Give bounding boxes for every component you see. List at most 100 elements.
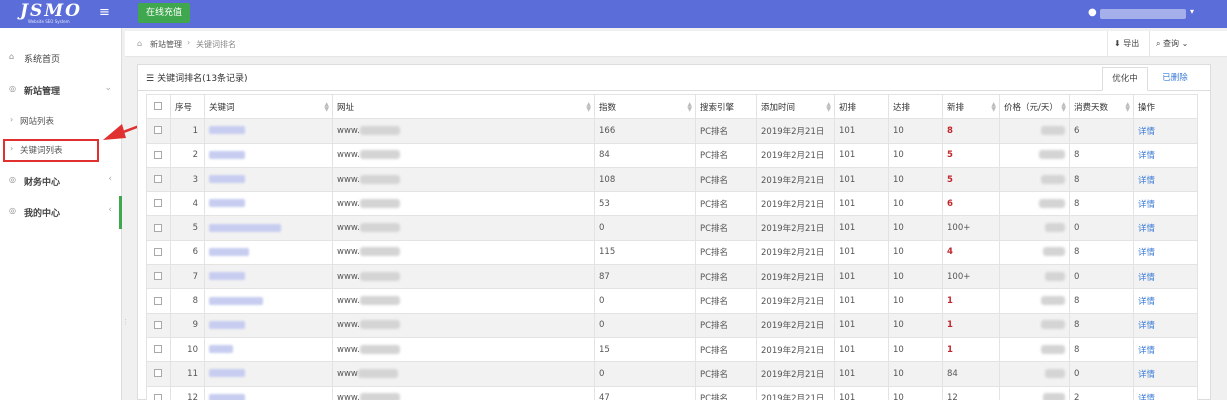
row-checkbox[interactable] xyxy=(146,264,171,290)
column-header-price[interactable]: 价格（元/天） ▲ ▼ xyxy=(999,93,1070,120)
export-label: 导出 xyxy=(1123,39,1140,48)
cell-url: www. xyxy=(332,336,595,363)
redacted-keyword xyxy=(209,345,233,354)
cell-date: 2019年2月21日 xyxy=(756,239,835,266)
row-checkbox[interactable] xyxy=(146,191,171,217)
row-checkbox[interactable] xyxy=(146,239,171,266)
url-prefix: www. xyxy=(337,174,360,185)
cell-initial: 101 xyxy=(834,264,889,290)
details-link[interactable]: 详情 xyxy=(1138,151,1155,161)
column-header-index[interactable]: 指数 ▲ ▼ xyxy=(594,93,696,120)
redacted-url xyxy=(359,296,400,306)
redacted-url xyxy=(359,320,400,330)
redacted-url xyxy=(359,344,400,354)
cell-days: 8 xyxy=(1069,239,1134,266)
redacted-url xyxy=(357,368,398,378)
cell-keyword xyxy=(204,288,333,314)
row-checkbox[interactable] xyxy=(146,361,171,387)
details-link[interactable]: 详情 xyxy=(1138,370,1155,380)
cell-action[interactable]: 详情 xyxy=(1133,215,1198,241)
cell-action[interactable]: 详情 xyxy=(1133,166,1198,193)
query-button[interactable]: ⌕ 查询 ⌄ xyxy=(1149,31,1199,57)
redacted-keyword xyxy=(209,320,245,329)
cell-new: 1 xyxy=(942,288,1000,314)
row-checkbox[interactable] xyxy=(146,385,171,400)
cell-index: 115 xyxy=(594,239,696,266)
cell-target: 10 xyxy=(888,361,943,387)
table-row: 7 www. 87 PC排名 2019年2月21日 101 10 100+ 0 详情 xyxy=(146,264,1198,290)
tab-optimizing[interactable]: 优化中 xyxy=(1102,67,1148,91)
cell-new: 1 xyxy=(942,312,1000,338)
row-checkbox[interactable] xyxy=(146,215,171,241)
new-rank: 5 xyxy=(947,150,953,161)
details-link[interactable]: 详情 xyxy=(1138,127,1155,137)
cell-initial: 101 xyxy=(834,142,889,168)
new-rank: 100+ xyxy=(947,223,971,234)
column-header-url[interactable]: 网址 ▲ ▼ xyxy=(332,93,595,120)
cell-initial: 101 xyxy=(834,385,889,400)
table-row: 1 www. 166 PC排名 2019年2月21日 101 10 8 6 详情 xyxy=(146,118,1198,144)
cell-action[interactable]: 详情 xyxy=(1133,239,1198,266)
column-header-new[interactable]: 新排 ▲ ▼ xyxy=(942,93,1000,120)
cell-target: 10 xyxy=(888,264,943,290)
tab-deleted[interactable]: 已删除 xyxy=(1152,67,1198,91)
home-icon[interactable]: ⌂ xyxy=(137,39,142,48)
details-link[interactable]: 详情 xyxy=(1138,321,1155,331)
table-row: 2 www. 84 PC排名 2019年2月21日 101 10 5 8 详情 xyxy=(146,142,1198,168)
details-link[interactable]: 详情 xyxy=(1138,394,1155,400)
column-header-days[interactable]: 消费天数 ▲ ▼ xyxy=(1069,93,1134,120)
table-row: 11 www 0 PC排名 2019年2月21日 101 10 84 0 详情 xyxy=(146,361,1198,387)
row-checkbox[interactable] xyxy=(146,336,171,363)
cell-action[interactable]: 详情 xyxy=(1133,312,1198,338)
details-link[interactable]: 详情 xyxy=(1138,346,1155,356)
new-rank: 12 xyxy=(947,393,958,400)
chevron-right-icon: › xyxy=(187,38,191,47)
cell-new: 4 xyxy=(942,239,1000,266)
redacted-url xyxy=(359,223,400,233)
select-all-checkbox[interactable] xyxy=(146,93,171,120)
details-link[interactable]: 详情 xyxy=(1138,200,1155,210)
cell-action[interactable]: 详情 xyxy=(1133,361,1198,387)
cell-days: 0 xyxy=(1069,264,1134,290)
row-checkbox[interactable] xyxy=(146,166,171,193)
details-link[interactable]: 详情 xyxy=(1138,273,1155,283)
breadcrumb-level1[interactable]: 新站管理 xyxy=(150,39,182,50)
cell-action[interactable]: 详情 xyxy=(1133,336,1198,363)
row-checkbox[interactable] xyxy=(146,142,171,168)
cell-index: 87 xyxy=(594,264,696,290)
cell-action[interactable]: 详情 xyxy=(1133,288,1198,314)
cell-action[interactable]: 详情 xyxy=(1133,142,1198,168)
row-checkbox[interactable] xyxy=(146,288,171,314)
cell-no: 8 xyxy=(170,288,205,314)
column-header-date[interactable]: 添加时间 ▲ ▼ xyxy=(756,93,835,120)
column-header-no[interactable]: 序号 xyxy=(170,93,205,120)
cell-target: 10 xyxy=(888,191,943,217)
row-checkbox[interactable] xyxy=(146,312,171,338)
cell-date: 2019年2月21日 xyxy=(756,118,835,144)
cell-action[interactable]: 详情 xyxy=(1133,264,1198,290)
details-link[interactable]: 详情 xyxy=(1138,176,1155,186)
cell-no: 4 xyxy=(170,191,205,217)
column-header-keyword[interactable]: 关键词 ▲ ▼ xyxy=(204,93,333,120)
table-row: 10 www. 15 PC排名 2019年2月21日 101 10 1 8 详情 xyxy=(146,336,1198,363)
details-link[interactable]: 详情 xyxy=(1138,248,1155,258)
redacted-url xyxy=(359,125,400,135)
table-row: 3 www. 108 PC排名 2019年2月21日 101 10 5 8 详情 xyxy=(146,166,1198,193)
details-link[interactable]: 详情 xyxy=(1138,224,1155,234)
cell-engine: PC排名 xyxy=(695,215,757,241)
sort-icon: ▲ ▼ xyxy=(586,101,591,113)
redacted-price xyxy=(1041,320,1065,330)
cell-engine: PC排名 xyxy=(695,118,757,144)
cell-price xyxy=(999,385,1070,400)
cell-action[interactable]: 详情 xyxy=(1133,385,1198,400)
cell-action[interactable]: 详情 xyxy=(1133,118,1198,144)
cell-new: 6 xyxy=(942,191,1000,217)
cell-date: 2019年2月21日 xyxy=(756,336,835,363)
cell-action[interactable]: 详情 xyxy=(1133,191,1198,217)
row-checkbox[interactable] xyxy=(146,118,171,144)
sort-icon: ▲ ▼ xyxy=(1061,101,1066,113)
cell-keyword xyxy=(204,361,333,387)
export-button[interactable]: ⬇ 导出 xyxy=(1107,31,1149,57)
details-link[interactable]: 详情 xyxy=(1138,297,1155,307)
cell-no: 10 xyxy=(170,336,205,363)
